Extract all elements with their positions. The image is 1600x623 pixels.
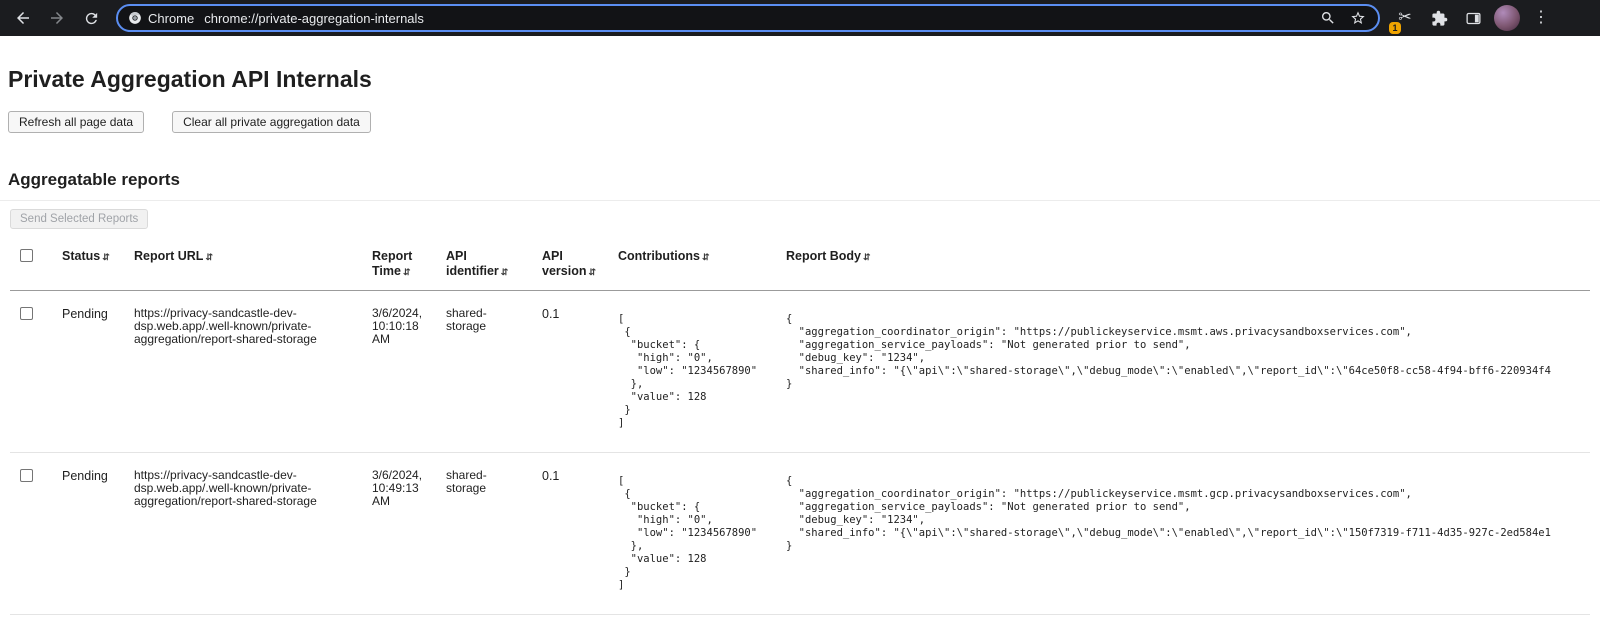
forward-button[interactable] bbox=[42, 3, 72, 33]
report-time-cell: 3/6/2024, 10:10:18 AM bbox=[372, 291, 446, 453]
column-header-report-time[interactable]: Report Time⇵ bbox=[372, 235, 446, 291]
bookmark-star-icon[interactable] bbox=[1346, 6, 1370, 30]
select-report-checkbox[interactable] bbox=[20, 307, 33, 320]
back-icon bbox=[14, 9, 32, 27]
refresh-all-button[interactable]: Refresh all page data bbox=[8, 111, 144, 133]
sort-icon: ⇵ bbox=[588, 267, 596, 277]
report-row: Pending https://privacy-sandcastle-dev-d… bbox=[10, 453, 1590, 615]
extension-badge: 1 bbox=[1389, 22, 1401, 34]
browser-window: Chrome chrome://private-aggregation-inte… bbox=[0, 0, 1600, 623]
api-version-cell: 0.1 bbox=[542, 453, 618, 615]
column-header-report-body[interactable]: Report Body⇵ bbox=[786, 235, 1590, 291]
report-body-json: { "aggregation_coordinator_origin": "htt… bbox=[786, 475, 1574, 553]
status-cell: Pending bbox=[62, 291, 134, 453]
report-url-cell: https://privacy-sandcastle-dev-dsp.web.a… bbox=[134, 453, 372, 615]
top-actions: Refresh all page data Clear all private … bbox=[8, 111, 1592, 133]
api-identifier-cell: shared-storage bbox=[446, 453, 542, 615]
url-scheme-chip: Chrome bbox=[128, 11, 194, 26]
contributions-json: [ { "bucket": { "high": "0", "low": "123… bbox=[618, 313, 770, 430]
report-body-json: { "aggregation_coordinator_origin": "htt… bbox=[786, 313, 1574, 391]
menu-kebab-icon[interactable]: ⋮ bbox=[1526, 3, 1556, 33]
select-report-checkbox[interactable] bbox=[20, 469, 33, 482]
column-header-api-version[interactable]: API version⇵ bbox=[542, 235, 618, 291]
table-header-row: Status⇵ Report URL⇵ Report Time⇵ API ide… bbox=[10, 235, 1590, 291]
api-identifier-cell: shared-storage bbox=[446, 291, 542, 453]
column-header-report-url[interactable]: Report URL⇵ bbox=[134, 235, 372, 291]
search-icon[interactable] bbox=[1316, 6, 1340, 30]
forward-icon bbox=[48, 9, 66, 27]
omnibox-actions bbox=[1316, 6, 1370, 30]
reports-table: Status⇵ Report URL⇵ Report Time⇵ API ide… bbox=[10, 235, 1590, 615]
status-cell: Pending bbox=[62, 453, 134, 615]
sort-icon: ⇵ bbox=[702, 252, 710, 262]
browser-toolbar: Chrome chrome://private-aggregation-inte… bbox=[0, 0, 1600, 36]
contributions-cell: [ { "bucket": { "high": "0", "low": "123… bbox=[618, 291, 786, 453]
contributions-json: [ { "bucket": { "high": "0", "low": "123… bbox=[618, 475, 770, 592]
page-content: Private Aggregation API Internals Refres… bbox=[0, 66, 1600, 615]
extensions-puzzle-icon[interactable] bbox=[1424, 3, 1454, 33]
contributions-cell: [ { "bucket": { "high": "0", "low": "123… bbox=[618, 453, 786, 615]
api-version-cell: 0.1 bbox=[542, 291, 618, 453]
column-header-api-identifier[interactable]: API identifier⇵ bbox=[446, 235, 542, 291]
report-time-cell: 3/6/2024, 10:49:13 AM bbox=[372, 453, 446, 615]
chrome-logo-icon bbox=[128, 11, 142, 25]
sort-icon: ⇵ bbox=[403, 267, 411, 277]
report-body-cell: { "aggregation_coordinator_origin": "htt… bbox=[786, 453, 1590, 615]
section-heading: Aggregatable reports bbox=[8, 170, 1592, 190]
url-text: chrome://private-aggregation-internals bbox=[204, 11, 1316, 26]
sort-icon: ⇵ bbox=[863, 252, 871, 262]
address-bar[interactable]: Chrome chrome://private-aggregation-inte… bbox=[116, 4, 1380, 32]
column-header-contributions[interactable]: Contributions⇵ bbox=[618, 235, 786, 291]
page-title: Private Aggregation API Internals bbox=[8, 66, 1592, 93]
sort-icon: ⇵ bbox=[501, 267, 509, 277]
column-header-status[interactable]: Status⇵ bbox=[62, 235, 134, 291]
reload-button[interactable] bbox=[76, 3, 106, 33]
report-body-cell: { "aggregation_coordinator_origin": "htt… bbox=[786, 291, 1590, 453]
back-button[interactable] bbox=[8, 3, 38, 33]
extension-action-icon[interactable]: ✂ 1 bbox=[1390, 3, 1420, 33]
report-url-cell: https://privacy-sandcastle-dev-dsp.web.a… bbox=[134, 291, 372, 453]
sort-icon: ⇵ bbox=[102, 252, 110, 262]
side-panel-icon[interactable] bbox=[1458, 3, 1488, 33]
table-toolbar: Send Selected Reports bbox=[0, 200, 1600, 235]
url-scheme-label: Chrome bbox=[148, 11, 194, 26]
reload-icon bbox=[83, 10, 100, 27]
report-row: Pending https://privacy-sandcastle-dev-d… bbox=[10, 291, 1590, 453]
profile-avatar[interactable] bbox=[1494, 5, 1520, 31]
sort-icon: ⇵ bbox=[205, 252, 213, 262]
select-all-checkbox[interactable] bbox=[20, 249, 33, 262]
clear-all-button[interactable]: Clear all private aggregation data bbox=[172, 111, 371, 133]
send-selected-reports-button[interactable]: Send Selected Reports bbox=[10, 209, 148, 229]
